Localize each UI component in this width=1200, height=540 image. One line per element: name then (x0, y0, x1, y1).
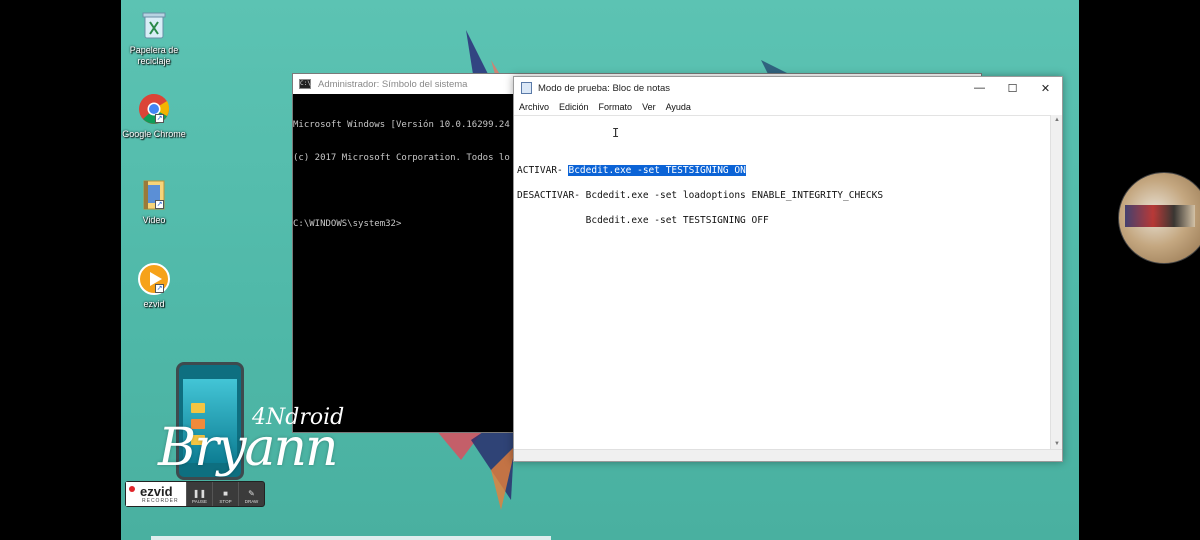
menu-formato[interactable]: Formato (599, 102, 633, 112)
pause-label: PAUSE (192, 499, 207, 504)
text-line-desactivar-2: Bcdedit.exe -set TESTSIGNING OFF (517, 215, 769, 226)
desktop-icon-video[interactable]: ↗ Video (121, 178, 192, 226)
ezvid-icon: ↗ (137, 262, 171, 296)
activar-prefix: ACTIVAR- (517, 165, 569, 176)
notepad-editor[interactable]: I ACTIVAR- Bcdedit.exe -set TESTSIGNING … (514, 115, 1050, 449)
notepad-title: Modo de prueba: Bloc de notas (538, 82, 671, 94)
desktop-icon-ezvid[interactable]: ↗ ezvid (121, 262, 192, 310)
text-line-desactivar: DESACTIVAR- Bcdedit.exe -set loadoptions… (517, 190, 884, 201)
draw-button[interactable]: ✎ DRAW (238, 482, 264, 506)
webcam-overlay (1118, 172, 1200, 264)
menu-edicion[interactable]: Edición (559, 102, 589, 112)
scroll-down-icon[interactable]: ▼ (1051, 441, 1063, 447)
vertical-scrollbar[interactable]: ▲ ▼ (1050, 115, 1062, 449)
cmd-icon: C:\ (299, 79, 311, 89)
stop-label: STOP (219, 499, 232, 504)
shortcut-arrow-icon: ↗ (155, 114, 164, 123)
desktop-icon-label: Video (142, 215, 166, 225)
draw-label: DRAW (244, 499, 259, 504)
record-dot-icon (129, 486, 135, 492)
chrome-icon: ↗ (137, 92, 171, 126)
desktop-icon-chrome[interactable]: ↗ Google Chrome (121, 92, 192, 140)
video-folder-icon: ↗ (137, 178, 171, 212)
desktop-icon-recycle-bin[interactable]: Papelera de reciclaje (121, 8, 192, 67)
notepad-window[interactable]: Modo de prueba: Bloc de notas — ☐ ✕ Arch… (513, 76, 1063, 462)
ezvid-sub: RECORDER (142, 497, 179, 504)
notepad-titlebar[interactable]: Modo de prueba: Bloc de notas — ☐ ✕ (514, 77, 1062, 99)
ezvid-recorder-toolbar: ezvid RECORDER ❚❚ PAUSE ■ STOP ✎ DRAW (125, 481, 265, 507)
menu-ver[interactable]: Ver (642, 102, 656, 112)
minimize-button[interactable]: — (963, 77, 996, 99)
stop-icon: ■ (223, 489, 228, 498)
notepad-icon (521, 82, 532, 94)
selected-text: Bcdedit.exe -set TESTSIGNING ON (568, 165, 746, 176)
recycle-bin-icon (137, 8, 171, 42)
cmd-title: Administrador: Símbolo del sistema (318, 78, 468, 90)
taskbar-strip (151, 536, 551, 540)
scroll-up-icon[interactable]: ▲ (1051, 117, 1063, 123)
desktop-icon-label: Papelera de reciclaje (129, 45, 179, 66)
pause-icon: ❚❚ (192, 489, 207, 498)
brand-watermark: Bryann (158, 418, 338, 478)
ibeam-cursor-icon: I (612, 126, 620, 140)
desktop-icon-label: ezvid (143, 299, 165, 309)
horizontal-scrollbar[interactable] (514, 449, 1062, 461)
notepad-menubar: Archivo Edición Formato Ver Ayuda (514, 99, 1062, 115)
menu-ayuda[interactable]: Ayuda (666, 102, 691, 112)
menu-archivo[interactable]: Archivo (519, 102, 549, 112)
ezvid-logo: ezvid RECORDER (126, 482, 186, 506)
stop-button[interactable]: ■ STOP (212, 482, 238, 506)
close-button[interactable]: ✕ (1029, 77, 1062, 99)
maximize-button[interactable]: ☐ (996, 77, 1029, 99)
text-line-activar: ACTIVAR- Bcdedit.exe -set TESTSIGNING ON (517, 165, 746, 176)
pause-button[interactable]: ❚❚ PAUSE (186, 482, 212, 506)
shortcut-arrow-icon: ↗ (155, 284, 164, 293)
draw-icon: ✎ (248, 489, 255, 498)
shortcut-arrow-icon: ↗ (155, 200, 164, 209)
ezvid-name: ezvid (140, 483, 173, 499)
desktop-icon-label: Google Chrome (122, 129, 186, 139)
